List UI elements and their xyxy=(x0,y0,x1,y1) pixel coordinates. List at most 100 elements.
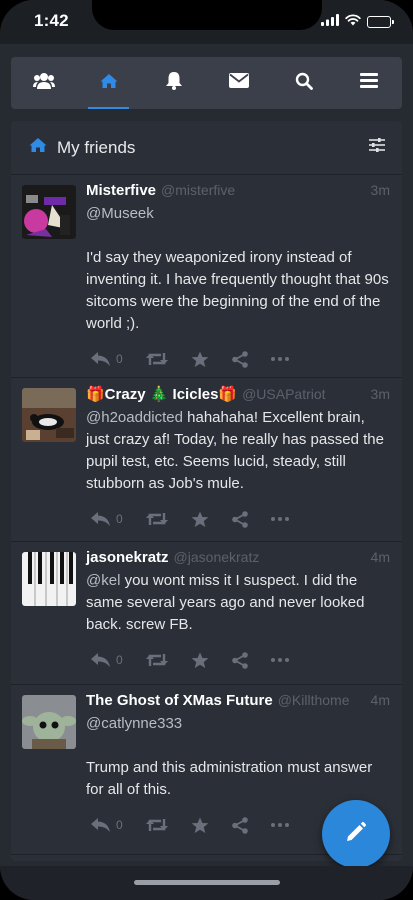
share-icon xyxy=(231,651,249,669)
post-header: 🎁Crazy 🎄 Icicles🎁 @USAPatriot 3m xyxy=(86,378,390,403)
status-post[interactable]: jasonekratz @jasonekratz 4m @kel you won… xyxy=(11,542,402,685)
user-handle[interactable]: @misterfive xyxy=(161,182,367,198)
status-post[interactable]: 🎁Crazy 🎄 Icicles🎁 @USAPatriot 3m @h2oadd… xyxy=(11,378,402,542)
post-header: The Ghost of XMas Future @Killthome 4m xyxy=(86,685,390,709)
reply-count: 0 xyxy=(116,818,123,832)
timeline-title: My friends xyxy=(57,137,136,157)
envelope-icon xyxy=(229,73,250,93)
notch xyxy=(92,0,322,30)
display-name[interactable]: Misterfive xyxy=(86,182,156,199)
filter-settings-icon[interactable] xyxy=(368,137,386,158)
more-button[interactable] xyxy=(270,658,289,662)
nav-messages[interactable] xyxy=(207,57,272,109)
status-post[interactable]: Misterfive @misterfive 3m @Museek I'd sa… xyxy=(11,175,402,378)
favourite-button[interactable] xyxy=(191,817,209,834)
timeline-panel: My friends Misterfive @misterfive 3m @Mu… xyxy=(11,121,402,861)
display-name[interactable]: The Ghost of XMas Future xyxy=(86,692,273,709)
avatar[interactable] xyxy=(22,695,76,749)
post-content: @Museek I'd say they weaponized irony in… xyxy=(86,203,390,335)
share-icon xyxy=(231,510,249,528)
reply-count: 0 xyxy=(116,653,123,667)
home-indicator[interactable] xyxy=(134,880,280,885)
user-handle[interactable]: @USAPatriot xyxy=(242,386,366,402)
status-bar: 1:42 xyxy=(0,0,413,44)
post-time: 3m xyxy=(370,386,390,402)
more-icon xyxy=(270,517,289,521)
star-icon xyxy=(191,351,209,368)
retweet-icon xyxy=(145,351,169,367)
share-icon xyxy=(231,350,249,368)
avatar[interactable] xyxy=(22,388,76,442)
reply-icon xyxy=(90,652,112,668)
post-content: @kel you wont miss it I suspect. I did t… xyxy=(86,570,390,636)
nav-menu[interactable] xyxy=(337,57,402,109)
mention-link[interactable]: @catlynne333 xyxy=(86,713,390,735)
favourite-button[interactable] xyxy=(191,511,209,528)
post-text: Trump and this administration must answe… xyxy=(86,759,373,798)
reply-icon xyxy=(90,351,112,367)
reply-button[interactable]: 0 xyxy=(90,817,123,833)
avatar[interactable] xyxy=(22,552,76,606)
display-name[interactable]: jasonekratz xyxy=(86,549,169,566)
post-content: @h2oaddicted hahahaha! Excellent brain, … xyxy=(86,407,390,495)
more-icon xyxy=(270,658,289,662)
boost-button[interactable] xyxy=(145,652,169,668)
wifi-icon xyxy=(345,13,361,31)
boost-button[interactable] xyxy=(145,351,169,367)
share-button[interactable] xyxy=(231,816,249,834)
star-icon xyxy=(191,817,209,834)
post-text: I'd say they weaponized irony instead of… xyxy=(86,249,389,332)
search-icon xyxy=(295,72,314,95)
more-button[interactable] xyxy=(270,517,289,521)
nav-home[interactable] xyxy=(76,57,141,109)
retweet-icon xyxy=(145,511,169,527)
share-button[interactable] xyxy=(231,510,249,528)
post-time: 3m xyxy=(370,182,390,198)
signal-icon xyxy=(321,13,339,31)
nav-search[interactable] xyxy=(272,57,337,109)
compose-button[interactable] xyxy=(322,800,390,868)
post-content: @catlynne333 Trump and this administrati… xyxy=(86,713,390,801)
reply-count: 0 xyxy=(116,512,123,526)
post-time: 4m xyxy=(370,549,390,565)
home-icon xyxy=(100,73,118,94)
bell-icon xyxy=(165,71,183,95)
app-screen: 1:42 My friends Misterfive @misterfive 3… xyxy=(0,0,413,900)
star-icon xyxy=(191,511,209,528)
share-button[interactable] xyxy=(231,651,249,669)
retweet-icon xyxy=(145,652,169,668)
reply-button[interactable]: 0 xyxy=(90,652,123,668)
boost-button[interactable] xyxy=(145,511,169,527)
share-icon xyxy=(231,816,249,834)
nav-notifications[interactable] xyxy=(141,57,206,109)
pencil-icon xyxy=(345,821,367,848)
reply-button[interactable]: 0 xyxy=(90,511,123,527)
display-name[interactable]: 🎁Crazy 🎄 Icicles🎁 xyxy=(86,385,237,403)
reply-icon xyxy=(90,817,112,833)
user-handle[interactable]: @jasonekratz xyxy=(174,549,367,565)
home-icon xyxy=(29,137,47,158)
avatar[interactable] xyxy=(22,185,76,239)
retweet-icon xyxy=(145,817,169,833)
more-button[interactable] xyxy=(270,823,289,827)
post-text: you wont miss it I suspect. I did the sa… xyxy=(86,572,365,633)
user-handle[interactable]: @Killthome xyxy=(278,692,367,708)
reply-button[interactable]: 0 xyxy=(90,351,123,367)
post-header: Misterfive @misterfive 3m xyxy=(86,175,390,199)
more-icon xyxy=(270,357,289,361)
mention-link[interactable]: @h2oaddicted xyxy=(86,409,183,426)
nav-users[interactable] xyxy=(11,57,76,109)
favourite-button[interactable] xyxy=(191,351,209,368)
mention-link[interactable]: @kel xyxy=(86,572,120,589)
more-button[interactable] xyxy=(270,357,289,361)
favourite-button[interactable] xyxy=(191,652,209,669)
top-navigation xyxy=(11,57,402,109)
status-time: 1:42 xyxy=(34,11,69,30)
battery-icon xyxy=(367,16,394,28)
reply-count: 0 xyxy=(116,352,123,366)
status-icons xyxy=(321,13,394,31)
boost-button[interactable] xyxy=(145,817,169,833)
share-button[interactable] xyxy=(231,350,249,368)
timeline-header: My friends xyxy=(11,121,402,175)
mention-link[interactable]: @Museek xyxy=(86,203,390,225)
